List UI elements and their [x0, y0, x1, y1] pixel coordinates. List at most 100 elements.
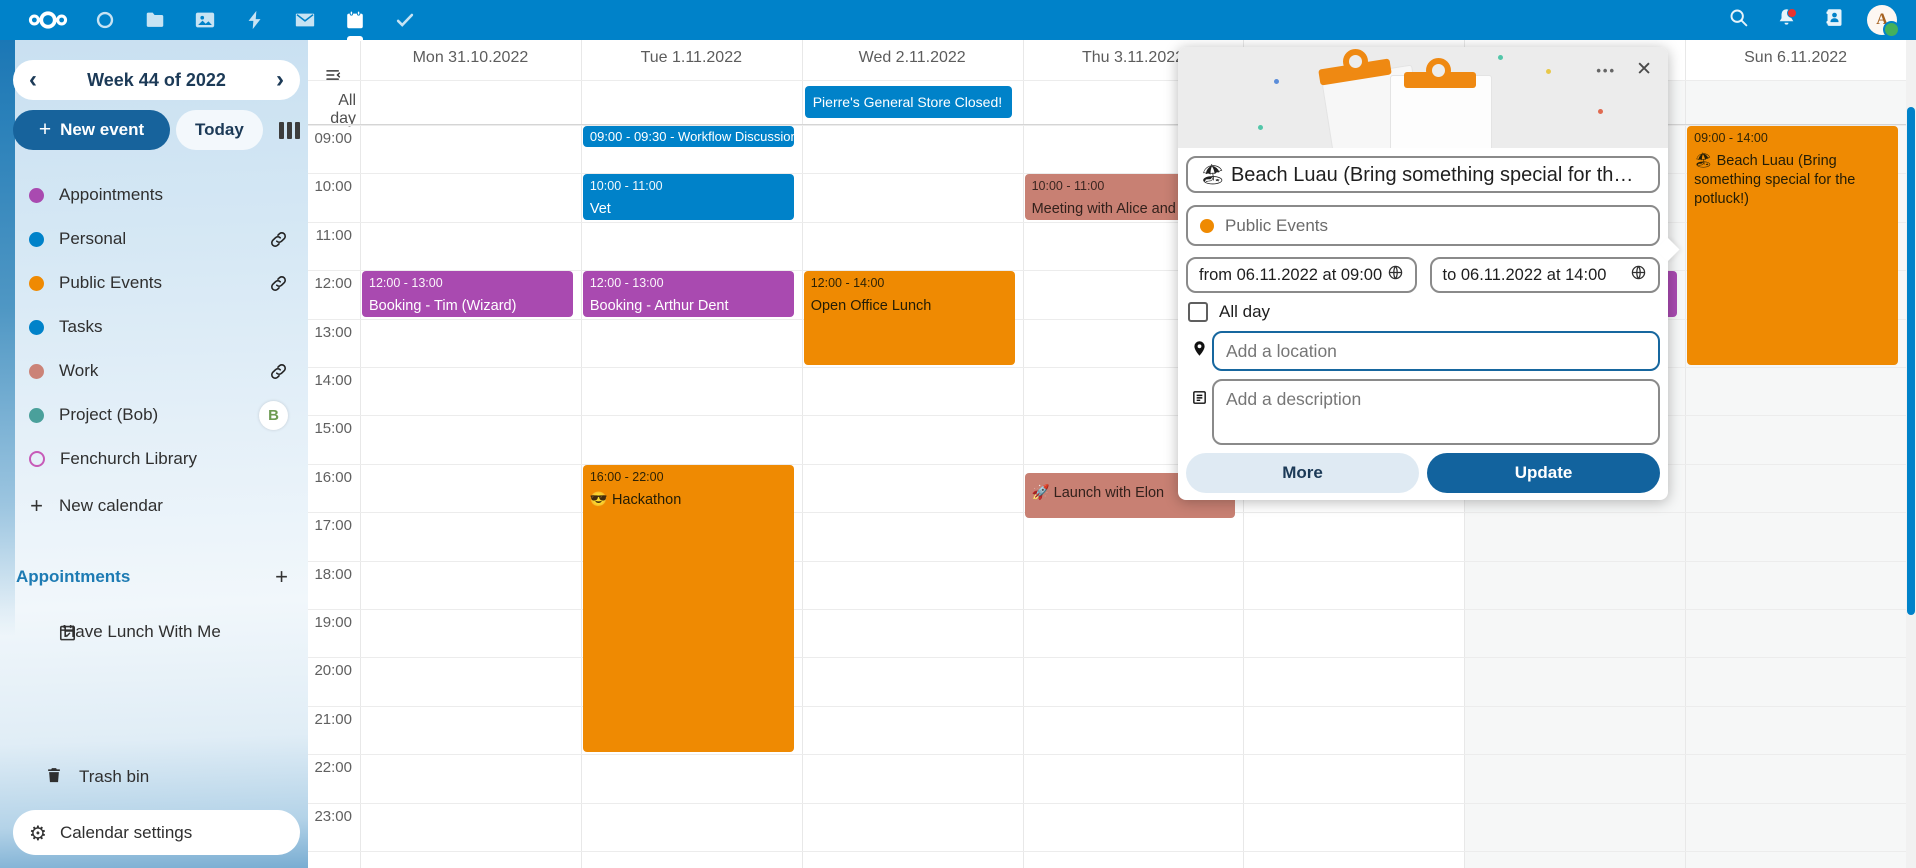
calendar-list-item[interactable]: Personal	[0, 217, 308, 261]
status-icon-strip: A	[1714, 0, 1916, 40]
mail-app-button[interactable]	[280, 0, 330, 40]
start-datetime-field[interactable]: from 06.11.2022 at 09:00	[1186, 257, 1417, 293]
contacts-menu-button[interactable]	[1810, 0, 1858, 40]
time-label: 23:00	[308, 808, 352, 825]
next-week-button[interactable]: ›	[276, 70, 284, 90]
calendar-event[interactable]: 16:00 - 22:00😎 Hackathon	[583, 465, 794, 752]
trash-icon	[16, 766, 63, 789]
scrollbar-thumb[interactable]	[1907, 107, 1915, 615]
time-label: 11:00	[308, 227, 352, 244]
calendar-list-item[interactable]: Tasks	[0, 305, 308, 349]
photos-icon	[194, 9, 216, 31]
photos-app-button[interactable]	[180, 0, 230, 40]
event-title: 🏖 Beach Luau (Bring something special fo…	[1694, 152, 1891, 209]
allday-checkbox[interactable]	[1188, 302, 1208, 322]
calendar-name: Public Events	[59, 273, 162, 293]
calendar-select[interactable]: Public Events	[1186, 205, 1660, 246]
allday-collapse-icon[interactable]	[324, 66, 342, 84]
activity-app-button[interactable]	[230, 0, 280, 40]
calendar-name: Fenchurch Library	[60, 449, 197, 469]
calendar-settings-button[interactable]: ⚙ Calendar settings	[13, 810, 300, 855]
share-link-icon[interactable]	[269, 362, 288, 381]
notifications-button[interactable]	[1762, 0, 1810, 40]
online-status-dot	[1883, 21, 1900, 38]
description-icon	[1186, 389, 1212, 406]
calendar-color-dot	[29, 451, 45, 467]
location-input[interactable]	[1212, 331, 1660, 371]
update-button[interactable]: Update	[1427, 453, 1660, 493]
more-button[interactable]: More	[1186, 453, 1419, 493]
circle-app-button[interactable]	[80, 0, 130, 40]
calendar-event[interactable]: 12:00 - 14:00Open Office Lunch	[804, 271, 1015, 365]
event-title: 😎 Hackathon	[590, 491, 787, 510]
hour-line	[308, 609, 1906, 610]
description-input[interactable]	[1212, 379, 1660, 445]
calendar-name: Appointments	[59, 185, 163, 205]
time-label: 15:00	[308, 420, 352, 437]
vertical-scrollbar[interactable]	[1906, 40, 1916, 868]
event-title-input[interactable]: 🏖 Beach Luau (Bring something special fo…	[1186, 156, 1660, 193]
search-icon	[1728, 7, 1749, 33]
hour-line	[308, 754, 1906, 755]
hour-line	[308, 561, 1906, 562]
calendar-event[interactable]: 10:00 - 11:00Vet	[583, 174, 794, 219]
calendar-list-item[interactable]: Public Events	[0, 261, 308, 305]
hour-line	[308, 803, 1906, 804]
calendar-list-item[interactable]: Appointments	[0, 173, 308, 217]
popup-illustration-header: ••• ✕	[1178, 47, 1668, 148]
add-appointment-button[interactable]: +	[275, 564, 292, 590]
app-icon-strip	[0, 0, 430, 40]
calendar-color-dot	[29, 188, 44, 203]
view-mode-icon[interactable]	[279, 122, 300, 139]
avatar: A	[1867, 5, 1897, 35]
end-datetime-field[interactable]: to 06.11.2022 at 14:00	[1430, 257, 1661, 293]
share-link-icon[interactable]	[269, 230, 288, 249]
share-link-icon[interactable]	[269, 274, 288, 293]
calendar-event[interactable]: 12:00 - 13:00Booking - Arthur Dent	[583, 271, 794, 316]
account-button[interactable]: A	[1858, 0, 1906, 40]
grid-column-line	[1685, 40, 1686, 868]
files-icon	[144, 9, 166, 31]
calendar-event[interactable]: 09:00 - 14:00 🏖 Beach Luau (Bring somethi…	[1687, 126, 1898, 365]
time-label: 09:00	[308, 130, 352, 147]
calendar-list-item[interactable]: Fenchurch Library	[0, 437, 308, 481]
nextcloud-logo-icon	[26, 8, 70, 32]
timezone-globe-icon[interactable]	[1387, 264, 1404, 286]
calendar-color-dot	[29, 320, 44, 335]
calendar-app-button[interactable]	[330, 0, 380, 40]
previous-week-button[interactable]: ‹	[29, 70, 37, 90]
mail-icon	[294, 9, 316, 31]
day-header: Mon 31.10.2022	[360, 49, 581, 71]
appointments-section-header: Appointments +	[16, 564, 292, 590]
notification-dot	[1787, 8, 1797, 18]
calendar-color-dot	[1200, 219, 1214, 233]
files-app-button[interactable]	[130, 0, 180, 40]
new-calendar-button[interactable]: + New calendar	[0, 484, 308, 528]
time-label: 16:00	[308, 469, 352, 486]
event-title: Vet	[590, 200, 787, 219]
event-time: 09:00 - 14:00	[1694, 131, 1891, 146]
tasks-app-button[interactable]	[380, 0, 430, 40]
timezone-globe-icon[interactable]	[1630, 264, 1647, 286]
more-actions-icon[interactable]: •••	[1596, 63, 1616, 78]
shared-user-avatar: B	[259, 401, 288, 430]
calendar-list-item[interactable]: Project (Bob)B	[0, 393, 308, 437]
new-event-button[interactable]: + New event	[13, 110, 170, 150]
allday-checkbox-label: All day	[1219, 302, 1270, 322]
calendar-list: Appointments Personal Public Events TasksWo…	[0, 173, 308, 481]
calendar-event[interactable]: 09:00 - 09:30 - Workflow Discussion	[583, 126, 794, 147]
day-header: Wed 2.11.2022	[802, 49, 1023, 71]
search-button[interactable]	[1714, 0, 1762, 40]
nextcloud-logo-app-button[interactable]	[16, 0, 80, 40]
allday-event[interactable]: Pierre's General Store Closed!	[805, 86, 1012, 118]
appointment-item[interactable]: Have Lunch With Me	[0, 612, 308, 652]
time-label: 20:00	[308, 662, 352, 679]
contacts-icon	[1824, 7, 1845, 33]
calendar-list-item[interactable]: Work	[0, 349, 308, 393]
today-button[interactable]: Today	[176, 110, 263, 150]
calendar-event[interactable]: 12:00 - 13:00Booking - Tim (Wizard)	[362, 271, 573, 316]
calendar-color-dot	[29, 408, 44, 423]
close-icon[interactable]: ✕	[1636, 58, 1652, 80]
trash-bin-button[interactable]: Trash bin	[0, 757, 308, 797]
week-label: Week 44 of 2022	[87, 70, 226, 91]
